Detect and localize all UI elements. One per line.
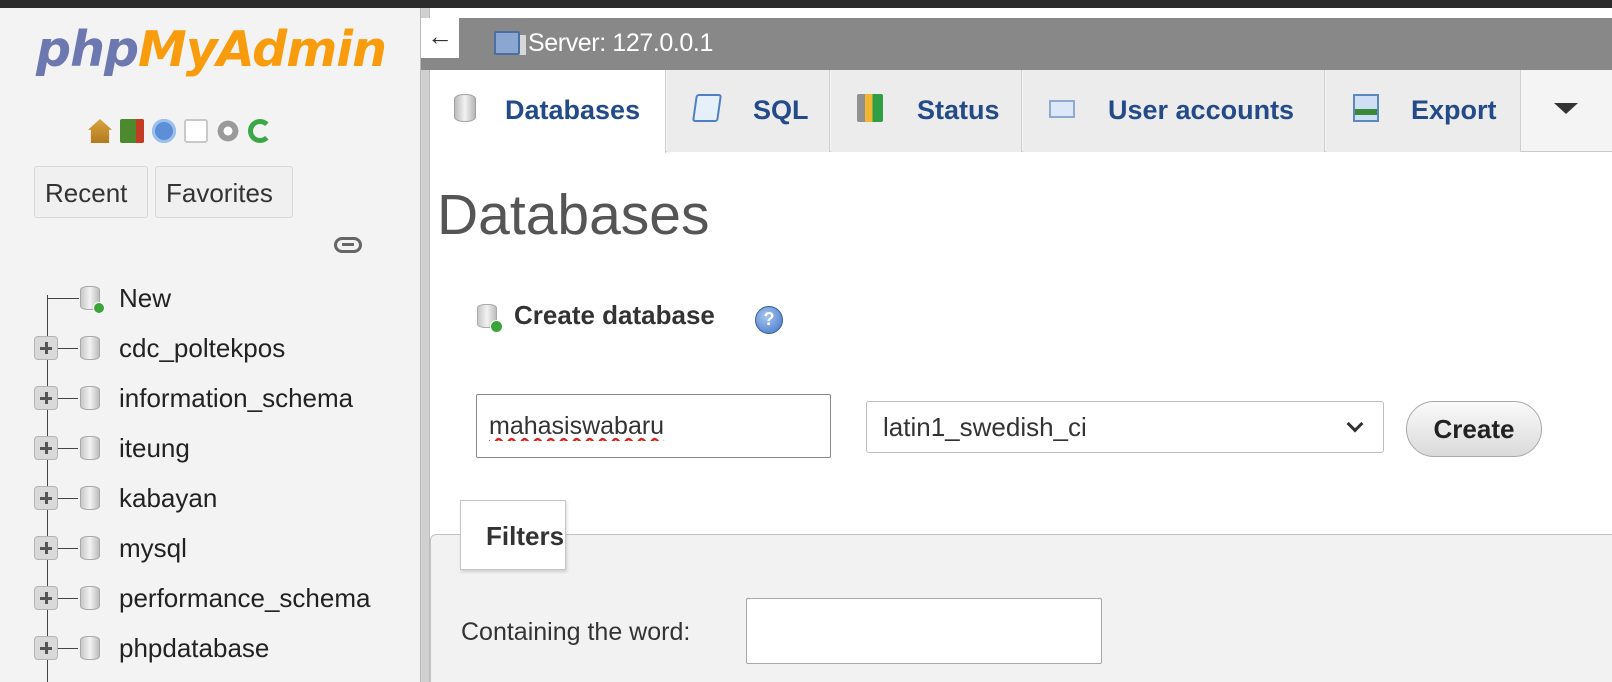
create-database-heading: Create database (514, 300, 715, 330)
tree-item-database[interactable]: mysql (0, 523, 420, 573)
create-button[interactable]: Create (1406, 401, 1542, 457)
expand-plus-icon[interactable] (34, 486, 58, 510)
expand-plus-icon[interactable] (34, 336, 58, 360)
database-icon (80, 336, 100, 360)
settings-icon[interactable] (216, 119, 240, 143)
server-icon (494, 31, 520, 55)
filter-containing-word-input[interactable] (746, 598, 1102, 664)
tree-item-database[interactable]: cdc_poltekpos (0, 323, 420, 373)
database-icon (80, 636, 100, 660)
chevron-down-icon (1346, 415, 1364, 433)
add-badge-icon (490, 320, 503, 333)
collapse-navigation-button[interactable]: ← (421, 18, 459, 58)
collation-selected-value: latin1_swedish_ci (883, 412, 1087, 442)
export-icon (1353, 94, 1379, 122)
expand-plus-icon[interactable] (34, 586, 58, 610)
database-icon (80, 486, 100, 510)
tree-item-database[interactable]: information_schema (0, 373, 420, 423)
navigation-panel: phpMyAdmin Recent Favorites New cdc_polt… (0, 8, 420, 682)
user-accounts-icon (1049, 100, 1075, 118)
page-title: Databases (437, 183, 710, 247)
containing-word-label: Containing the word: (461, 618, 691, 646)
add-badge-icon (93, 302, 105, 314)
tree-item-label[interactable]: phpdatabase (119, 633, 269, 664)
filters-legend: Filters (460, 500, 566, 570)
top-menu-tabs: Databases SQL Status User accounts Expor… (432, 70, 1612, 153)
database-name-input[interactable] (476, 394, 831, 458)
expand-plus-icon[interactable] (34, 386, 58, 410)
database-icon (454, 94, 476, 122)
tree-item-label[interactable]: mysql (119, 533, 187, 564)
database-icon (80, 586, 100, 610)
reload-icon[interactable] (248, 119, 272, 143)
database-icon (80, 386, 100, 410)
tree-item-label[interactable]: iteung (119, 433, 190, 464)
link-with-main-panel-icon[interactable] (334, 237, 362, 253)
tab-sql[interactable]: SQL (667, 70, 830, 152)
recent-tab[interactable]: Recent (34, 166, 148, 218)
home-icon[interactable] (88, 119, 112, 143)
tree-item-database[interactable]: iteung (0, 423, 420, 473)
sql-icon (692, 94, 722, 122)
tab-export[interactable]: Export (1326, 70, 1521, 152)
expand-plus-icon[interactable] (34, 636, 58, 660)
expand-plus-icon[interactable] (34, 536, 58, 560)
tree-item-new[interactable]: New (0, 273, 420, 323)
status-icon (857, 94, 883, 122)
tree-item-label[interactable]: New (119, 283, 171, 314)
help-icon[interactable] (755, 306, 783, 334)
tab-databases[interactable]: Databases (432, 70, 666, 153)
tree-item-database[interactable]: performance_schema (0, 573, 420, 623)
tree-item-label[interactable]: kabayan (119, 483, 217, 514)
tree-item-label[interactable]: information_schema (119, 383, 353, 414)
tab-status[interactable]: Status (831, 70, 1022, 152)
tree-item-label[interactable]: cdc_poltekpos (119, 333, 285, 364)
collation-select[interactable]: latin1_swedish_ci (866, 401, 1384, 453)
nav-icon-bar (88, 116, 272, 146)
tree-item-label[interactable]: performance_schema (119, 583, 370, 614)
database-icon (80, 436, 100, 460)
documentation-icon[interactable] (184, 119, 208, 143)
docs-icon[interactable] (152, 119, 176, 143)
exit-icon[interactable] (120, 119, 144, 143)
expand-plus-icon[interactable] (34, 436, 58, 460)
window-top-strip (0, 0, 1612, 8)
phpmyadmin-logo[interactable]: phpMyAdmin (36, 21, 387, 78)
more-tabs-dropdown-icon[interactable] (1554, 103, 1578, 114)
tree-item-database[interactable]: phpdatabase (0, 623, 420, 673)
database-icon (80, 536, 100, 560)
navigation-resize-handle[interactable] (420, 8, 430, 682)
server-breadcrumb[interactable]: Server: 127.0.0.1 (528, 29, 713, 58)
tab-user-accounts[interactable]: User accounts (1023, 70, 1325, 152)
tree-item-database[interactable]: kabayan (0, 473, 420, 523)
favorites-tab[interactable]: Favorites (155, 166, 293, 218)
